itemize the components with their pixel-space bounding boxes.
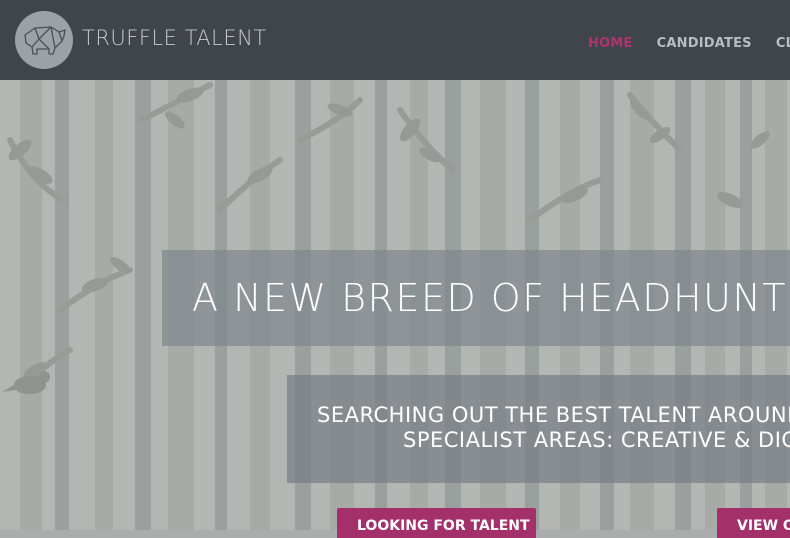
pig-logo-icon[interactable] <box>15 11 73 69</box>
site-header: TRUFFLE TALENT HOME CANDIDATES CLIEN <box>0 0 790 80</box>
subheading-panel: SEARCHING OUT THE BEST TALENT AROUND T S… <box>287 375 790 483</box>
hero-subline-1: SEARCHING OUT THE BEST TALENT AROUND T <box>317 403 790 427</box>
nav-home[interactable]: HOME <box>588 36 633 51</box>
main-nav: HOME CANDIDATES CLIEN <box>588 32 790 51</box>
looking-for-talent-button[interactable]: LOOKING FOR TALENT <box>337 508 536 538</box>
nav-candidates[interactable]: CANDIDATES <box>657 36 752 51</box>
brand-name[interactable]: TRUFFLE TALENT <box>82 26 267 50</box>
hero-headline: A NEW BREED OF HEADHUNTIN <box>192 276 790 320</box>
hero-subline-2: SPECIALIST AREAS: CREATIVE & DIGIT <box>403 428 790 452</box>
view-button[interactable]: VIEW O <box>717 508 790 538</box>
headline-panel: A NEW BREED OF HEADHUNTIN <box>162 250 790 346</box>
nav-clients[interactable]: CLIEN <box>776 36 790 51</box>
